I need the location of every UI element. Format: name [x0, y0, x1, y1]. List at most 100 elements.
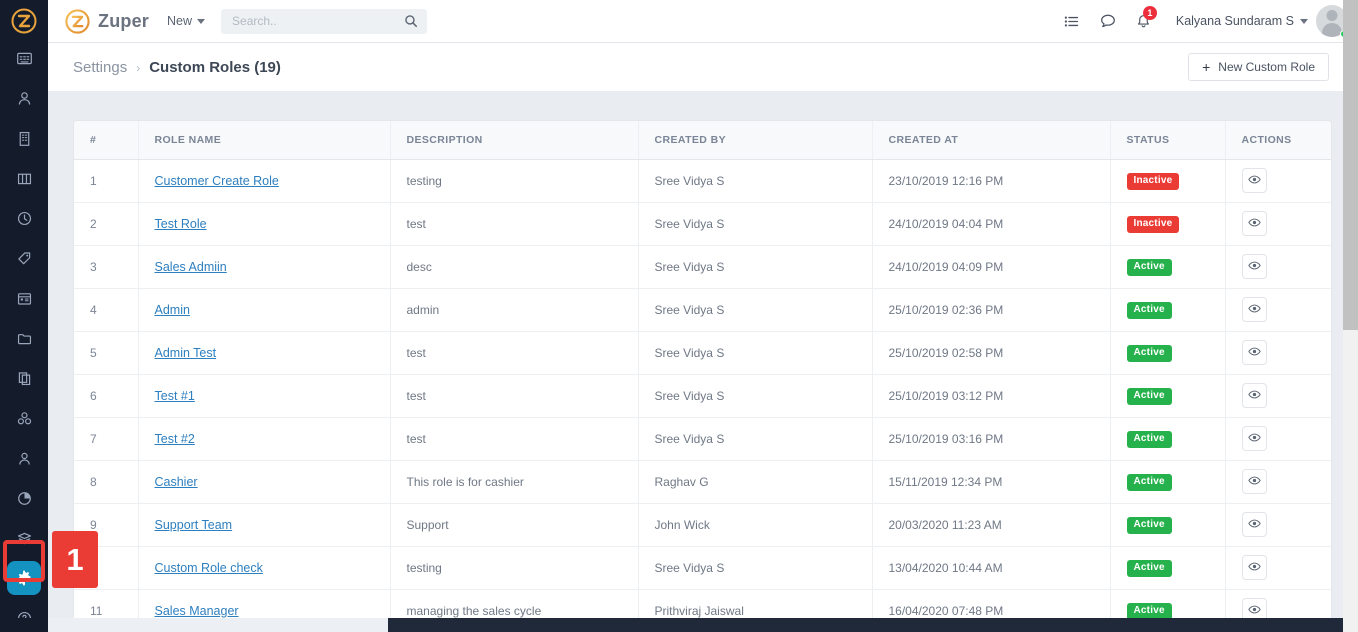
col-index[interactable]: #	[74, 121, 139, 160]
new-dropdown[interactable]: New	[167, 14, 206, 28]
cell-created-at: 20/03/2020 11:23 AM	[872, 503, 1111, 547]
col-actions[interactable]: ACTIONS	[1225, 121, 1331, 160]
horizontal-scrollbar-thumb[interactable]	[48, 618, 388, 632]
table-row: 7 Test #2 test Sree Vidya S 25/10/2019 03:16…	[74, 417, 1331, 461]
breadcrumb: Settings › Custom Roles (19)	[73, 59, 281, 76]
page-title: Custom Roles (19)	[149, 58, 281, 76]
notifications-bell[interactable]: 1	[1126, 0, 1162, 43]
col-role-name[interactable]: ROLE NAME	[138, 121, 391, 160]
role-name-link[interactable]: Admin Test	[155, 346, 217, 360]
role-name-link[interactable]: Test #2	[155, 432, 195, 446]
cell-role-name: Sales Admiin	[138, 245, 391, 289]
cell-description: test	[390, 331, 639, 375]
zuper-logo-rail[interactable]	[0, 4, 48, 38]
search-box[interactable]	[221, 8, 428, 34]
cell-created-at: 13/04/2020 10:44 AM	[872, 546, 1111, 590]
custom-roles-table: # ROLE NAME DESCRIPTION CREATED BY CREAT…	[74, 121, 1331, 632]
col-description[interactable]: DESCRIPTION	[390, 121, 639, 160]
properties-icon[interactable]	[0, 118, 48, 158]
vertical-scrollbar[interactable]	[1343, 0, 1358, 632]
role-name-link[interactable]: Sales Admiin	[155, 260, 227, 274]
cell-created-at: 24/10/2019 04:04 PM	[872, 202, 1111, 246]
cell-created-by: John Wick	[638, 503, 873, 547]
table-row: 9 Support Team Support John Wick 20/03/2020 …	[74, 503, 1331, 547]
user-name-label: Kalyana Sundaram S	[1175, 14, 1294, 28]
documents-icon[interactable]	[0, 358, 48, 398]
view-role-button[interactable]	[1241, 168, 1267, 193]
new-dropdown-label: New	[167, 14, 193, 28]
cell-created-by: Sree Vidya S	[638, 288, 873, 332]
chat-icon[interactable]	[1090, 0, 1126, 43]
horizontal-scrollbar[interactable]	[48, 618, 1343, 632]
cell-created-at: 15/11/2019 12:34 PM	[872, 460, 1111, 504]
cell-actions	[1225, 331, 1331, 375]
status-badge: Active	[1126, 301, 1172, 319]
cell-description: Support	[390, 503, 639, 547]
table-header: # ROLE NAME DESCRIPTION CREATED BY CREAT…	[74, 121, 1331, 160]
role-name-link[interactable]: Test Role	[155, 217, 207, 231]
reports-icon[interactable]	[0, 478, 48, 518]
team-icon[interactable]	[0, 438, 48, 478]
notification-count-badge: 1	[1142, 5, 1157, 20]
parts-icon[interactable]	[0, 398, 48, 438]
eye-icon	[1247, 259, 1261, 275]
inventory-icon[interactable]	[0, 518, 48, 558]
search-icon[interactable]	[404, 14, 418, 33]
cell-created-at: 25/10/2019 03:16 PM	[872, 417, 1111, 461]
role-name-link[interactable]: Customer Create Role	[155, 174, 279, 188]
timesheet-icon[interactable]	[0, 198, 48, 238]
cell-created-at: 25/10/2019 02:58 PM	[872, 331, 1111, 375]
vertical-scrollbar-thumb[interactable]	[1343, 0, 1358, 330]
cell-role-name: Admin Test	[138, 331, 391, 375]
cell-index: 4	[74, 288, 139, 332]
dashboard-icon[interactable]	[0, 38, 48, 78]
user-menu-chevron-icon[interactable]	[1300, 18, 1308, 24]
col-status[interactable]: STATUS	[1110, 121, 1226, 160]
view-role-button[interactable]	[1241, 512, 1267, 537]
tags-icon[interactable]	[0, 238, 48, 278]
activity-list-icon[interactable]	[1054, 0, 1090, 43]
role-name-link[interactable]: Test #1	[155, 389, 195, 403]
new-custom-role-button[interactable]: + New Custom Role	[1188, 53, 1329, 81]
view-role-button[interactable]	[1241, 211, 1267, 236]
sidebar-item-settings[interactable]	[0, 558, 48, 598]
customers-icon[interactable]	[0, 78, 48, 118]
role-name-link[interactable]: Cashier	[155, 475, 198, 489]
cell-description: admin	[390, 288, 639, 332]
role-name-link[interactable]: Custom Role check	[155, 561, 263, 575]
cell-index: 2	[74, 202, 139, 246]
cell-actions	[1225, 288, 1331, 332]
view-role-button[interactable]	[1241, 254, 1267, 279]
folder-icon[interactable]	[0, 318, 48, 358]
status-badge: Active	[1126, 258, 1172, 276]
view-role-button[interactable]	[1241, 555, 1267, 580]
eye-icon	[1247, 517, 1261, 533]
cell-status: Active	[1110, 460, 1226, 504]
role-name-link[interactable]: Admin	[155, 303, 190, 317]
cell-actions	[1225, 245, 1331, 289]
eye-icon	[1247, 173, 1261, 189]
calendar-icon[interactable]	[0, 278, 48, 318]
cell-role-name: Test #1	[138, 374, 391, 418]
top-right-actions: 1 Kalyana Sundaram S	[1054, 0, 1358, 43]
table-header-row: # ROLE NAME DESCRIPTION CREATED BY CREAT…	[74, 121, 1331, 160]
brand-logo[interactable]: Zuper	[65, 8, 149, 34]
search-input[interactable]	[221, 8, 392, 34]
cell-role-name: Custom Role check	[138, 546, 391, 590]
col-created-by[interactable]: CREATED BY	[638, 121, 873, 160]
cell-actions	[1225, 159, 1331, 203]
view-role-button[interactable]	[1241, 383, 1267, 408]
table-row: 4 Admin admin Sree Vidya S 25/10/2019 02:36 …	[74, 288, 1331, 332]
view-role-button[interactable]	[1241, 469, 1267, 494]
breadcrumb-settings-link[interactable]: Settings	[73, 59, 127, 76]
eye-icon	[1247, 603, 1261, 619]
cell-role-name: Cashier	[138, 460, 391, 504]
role-name-link[interactable]: Support Team	[155, 518, 233, 532]
board-icon[interactable]	[0, 158, 48, 198]
role-name-link[interactable]: Sales Manager	[155, 604, 239, 618]
breadcrumb-bar: Settings › Custom Roles (19) + New Custo…	[48, 43, 1358, 91]
col-created-at[interactable]: CREATED AT	[872, 121, 1111, 160]
view-role-button[interactable]	[1241, 340, 1267, 365]
view-role-button[interactable]	[1241, 297, 1267, 322]
view-role-button[interactable]	[1241, 426, 1267, 451]
